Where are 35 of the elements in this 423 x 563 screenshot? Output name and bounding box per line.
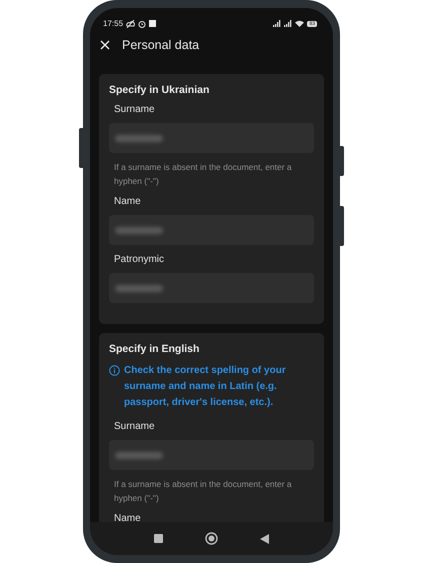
input-field[interactable] xyxy=(109,273,314,303)
field-label: Name xyxy=(113,196,142,207)
square-icon xyxy=(149,20,156,27)
hint-text: If a surname is absent in the document, enter a hyphen ("-") xyxy=(113,161,293,188)
close-button[interactable] xyxy=(100,40,110,50)
field-label: Name xyxy=(113,513,142,522)
blurred-value xyxy=(115,284,163,292)
section-title: Specify in English xyxy=(109,343,200,355)
info-message: Check the correct spelling of your surname and name in Latin (e.g. passport, driver's license, etc.). xyxy=(124,364,287,410)
signal-icon xyxy=(284,20,292,27)
field-label: Surname xyxy=(113,421,156,432)
close-icon xyxy=(100,40,110,50)
recents-button[interactable] xyxy=(154,534,163,543)
status-time: 17:55 xyxy=(103,19,124,28)
home-button[interactable] xyxy=(205,532,218,545)
square-icon xyxy=(154,534,163,543)
page-title: Personal data xyxy=(122,38,200,52)
field-label: Surname xyxy=(113,104,156,115)
input-field[interactable] xyxy=(109,123,314,153)
input-field[interactable] xyxy=(109,440,314,470)
signal-icon xyxy=(273,20,282,27)
wifi-icon xyxy=(295,20,304,27)
blurred-value xyxy=(115,226,163,234)
info-icon xyxy=(109,365,120,376)
input-field[interactable] xyxy=(109,215,314,245)
crossed-cloud-icon xyxy=(126,20,136,28)
alarm-icon xyxy=(138,20,146,28)
blurred-value xyxy=(115,134,163,142)
field-label: Patronymic xyxy=(113,254,166,265)
section-title: Specify in Ukrainian xyxy=(109,84,210,96)
circle-icon xyxy=(205,532,218,545)
hint-text: If a surname is absent in the document, enter a hyphen ("-") xyxy=(113,478,293,505)
triangle-icon xyxy=(260,534,269,544)
back-button[interactable] xyxy=(260,534,269,544)
blurred-value xyxy=(115,452,163,458)
